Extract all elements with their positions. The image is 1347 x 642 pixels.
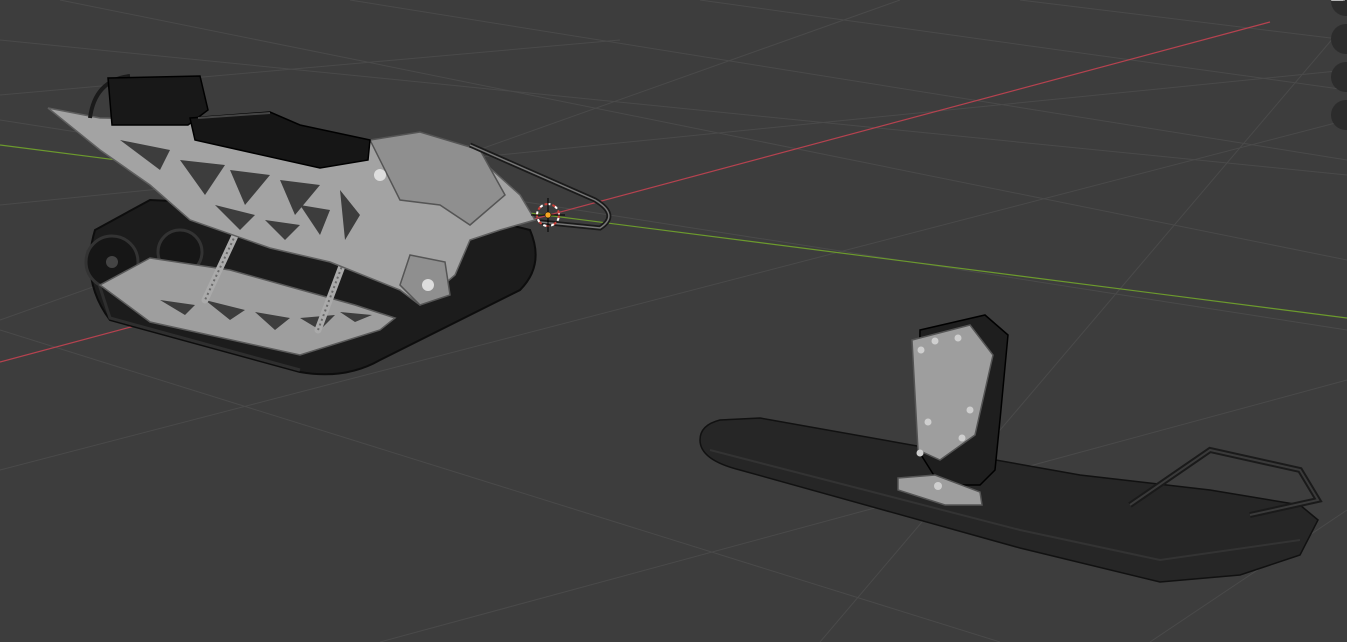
camera-view-button[interactable]: [1331, 62, 1347, 92]
object-origin: [544, 211, 552, 219]
grid-perspective-icon: [1331, 0, 1344, 1]
pan-button[interactable]: [1331, 24, 1347, 54]
viewport-navigation: [1331, 0, 1347, 130]
toggle-projection-button[interactable]: [1331, 0, 1347, 130]
zoom-button[interactable]: [1331, 0, 1347, 16]
3d-viewport[interactable]: [0, 0, 1347, 642]
track-chassis-object[interactable]: [47, 74, 612, 376]
viewport-canvas[interactable]: [0, 0, 1347, 642]
front-ski-object[interactable]: [699, 314, 1323, 583]
